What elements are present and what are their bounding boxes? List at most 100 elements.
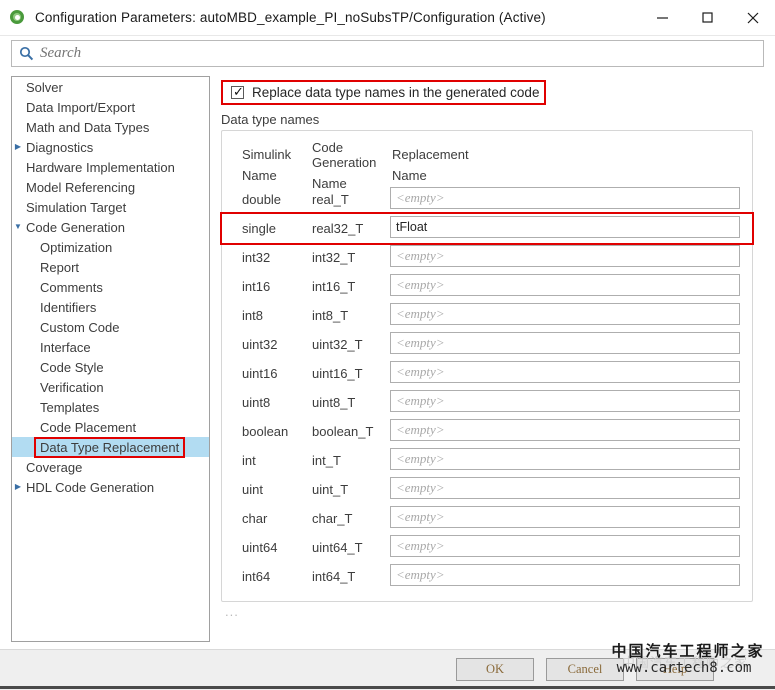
- sidebar-item-label: Interface: [40, 339, 91, 355]
- replacement-value: tFloat: [396, 220, 428, 234]
- settings-tree[interactable]: Solver Data Import/Export Math and Data Ty…: [11, 76, 210, 642]
- sidebar-item-interface[interactable]: Interface: [12, 337, 209, 357]
- cell-codegen-name: real32_T: [312, 221, 364, 236]
- replacement-name-input[interactable]: <empty>: [390, 274, 740, 296]
- table-header: Simulink Name Code Generation Name Repla…: [222, 131, 752, 191]
- cell-codegen-name: uint16_T: [312, 366, 363, 381]
- table-row[interactable]: boolean boolean_T <empty>: [222, 417, 752, 446]
- sidebar-item-simulation-target[interactable]: Simulation Target: [12, 197, 209, 217]
- minimize-icon[interactable]: [640, 1, 685, 35]
- table-row[interactable]: uint32 uint32_T <empty>: [222, 330, 752, 359]
- sidebar-item-optimization[interactable]: Optimization: [12, 237, 209, 257]
- sidebar-item-code-style[interactable]: Code Style: [12, 357, 209, 377]
- sidebar-item-label: Coverage: [26, 459, 83, 475]
- replacement-empty-placeholder: <empty>: [396, 306, 445, 321]
- cell-codegen-name: real_T: [312, 192, 349, 207]
- sidebar-item-comments[interactable]: Comments: [12, 277, 209, 297]
- sidebar-item-code-placement[interactable]: Code Placement: [12, 417, 209, 437]
- cell-codegen-name: int64_T: [312, 569, 356, 584]
- replacement-name-input[interactable]: <empty>: [390, 361, 740, 383]
- replacement-name-input[interactable]: <empty>: [390, 390, 740, 412]
- sidebar-item-data-type-replacement[interactable]: Data Type Replacement: [12, 436, 209, 458]
- replacement-empty-placeholder: <empty>: [396, 335, 445, 350]
- settings-pane: ✓ Replace data type names in the generat…: [219, 76, 764, 642]
- table-row[interactable]: single real32_T tFloat: [220, 212, 754, 245]
- overflow-ellipsis[interactable]: ...: [225, 604, 239, 619]
- sidebar-item-templates[interactable]: Templates: [12, 397, 209, 417]
- sidebar-item-verification[interactable]: Verification: [12, 377, 209, 397]
- sidebar-item-data-import-export[interactable]: Data Import/Export: [12, 97, 209, 117]
- sidebar-item-label: Templates: [40, 399, 100, 415]
- sidebar-item-code-generation[interactable]: ▼ Code Generation: [12, 217, 209, 237]
- search-input[interactable]: [40, 45, 730, 62]
- cell-simulink-name: double: [242, 192, 282, 207]
- table-row[interactable]: char char_T <empty>: [222, 504, 752, 533]
- sidebar-item-label: Code Style: [40, 359, 104, 375]
- chevron-down-icon[interactable]: ▼: [12, 223, 24, 231]
- cell-codegen-name: char_T: [312, 511, 353, 526]
- table-row[interactable]: uint16 uint16_T <empty>: [222, 359, 752, 388]
- table-row[interactable]: uint8 uint8_T <empty>: [222, 388, 752, 417]
- replacement-name-input[interactable]: <empty>: [390, 564, 740, 586]
- table-row[interactable]: uint uint_T <empty>: [222, 475, 752, 504]
- table-row[interactable]: double real_T <empty>: [222, 185, 752, 214]
- check-mark-icon: ✓: [233, 84, 244, 99]
- cell-codegen-name: int16_T: [312, 279, 356, 294]
- replacement-name-input[interactable]: tFloat: [390, 216, 740, 238]
- table-row[interactable]: int8 int8_T <empty>: [222, 301, 752, 330]
- sidebar-item-label: Data Import/Export: [26, 99, 136, 115]
- sidebar-item-label: Code Placement: [40, 419, 137, 435]
- help-button[interactable]: Help: [636, 658, 714, 681]
- replacement-empty-placeholder: <empty>: [396, 451, 445, 466]
- chevron-right-icon[interactable]: ▶: [12, 483, 24, 491]
- sidebar-item-label: Identifiers: [40, 299, 97, 315]
- replacement-name-input[interactable]: <empty>: [390, 506, 740, 528]
- sidebar-item-report[interactable]: Report: [12, 257, 209, 277]
- dialog-footer: OK Cancel Help: [0, 649, 775, 690]
- replace-data-type-names-checkbox-row[interactable]: ✓ Replace data type names in the generat…: [221, 80, 546, 105]
- replacement-name-input[interactable]: <empty>: [390, 245, 740, 267]
- search-bar[interactable]: [11, 40, 764, 67]
- close-icon[interactable]: [730, 1, 775, 35]
- table-row[interactable]: int16 int16_T <empty>: [222, 272, 752, 301]
- replacement-empty-placeholder: <empty>: [396, 364, 445, 379]
- replacement-name-input[interactable]: <empty>: [390, 419, 740, 441]
- cancel-button[interactable]: Cancel: [546, 658, 624, 681]
- cell-simulink-name: uint8: [242, 395, 271, 410]
- sidebar-item-label: Diagnostics: [26, 139, 94, 155]
- replacement-name-input[interactable]: <empty>: [390, 303, 740, 325]
- sidebar-item-math-and-data-types[interactable]: Math and Data Types: [12, 117, 209, 137]
- cell-simulink-name: uint32: [242, 337, 278, 352]
- replace-data-type-names-label: Replace data type names in the generated…: [252, 85, 540, 100]
- sidebar-item-hardware-implementation[interactable]: Hardware Implementation: [12, 157, 209, 177]
- replacement-name-input[interactable]: <empty>: [390, 477, 740, 499]
- table-row[interactable]: int int_T <empty>: [222, 446, 752, 475]
- maximize-icon[interactable]: [685, 1, 730, 35]
- sidebar-item-custom-code[interactable]: Custom Code: [12, 317, 209, 337]
- replace-data-type-names-checkbox[interactable]: ✓: [231, 84, 244, 99]
- sidebar-item-diagnostics[interactable]: ▶ Diagnostics: [12, 137, 209, 157]
- sidebar-item-identifiers[interactable]: Identifiers: [12, 297, 209, 317]
- sidebar-item-label: Custom Code: [40, 319, 120, 335]
- replacement-name-input[interactable]: <empty>: [390, 448, 740, 470]
- header-line1: Replacement: [392, 147, 469, 162]
- cell-simulink-name: int: [242, 453, 256, 468]
- table-row[interactable]: int64 int64_T <empty>: [222, 562, 752, 591]
- replacement-name-input[interactable]: <empty>: [390, 535, 740, 557]
- chevron-right-icon[interactable]: ▶: [12, 143, 24, 151]
- replacement-empty-placeholder: <empty>: [396, 538, 445, 553]
- cell-codegen-name: boolean_T: [312, 424, 374, 439]
- sidebar-item-hdl-code-generation[interactable]: ▶ HDL Code Generation: [12, 477, 209, 497]
- cell-simulink-name: uint16: [242, 366, 278, 381]
- table-row[interactable]: int32 int32_T <empty>: [222, 243, 752, 272]
- table-row[interactable]: uint64 uint64_T <empty>: [222, 533, 752, 562]
- replacement-name-input[interactable]: <empty>: [390, 332, 740, 354]
- replacement-name-input[interactable]: <empty>: [390, 187, 740, 209]
- sidebar-item-solver[interactable]: Solver: [12, 77, 209, 97]
- cell-simulink-name: char: [242, 511, 268, 526]
- sidebar-item-coverage[interactable]: Coverage: [12, 457, 209, 477]
- cell-codegen-name: uint64_T: [312, 540, 363, 555]
- replacement-empty-placeholder: <empty>: [396, 567, 445, 582]
- ok-button[interactable]: OK: [456, 658, 534, 681]
- sidebar-item-model-referencing[interactable]: Model Referencing: [12, 177, 209, 197]
